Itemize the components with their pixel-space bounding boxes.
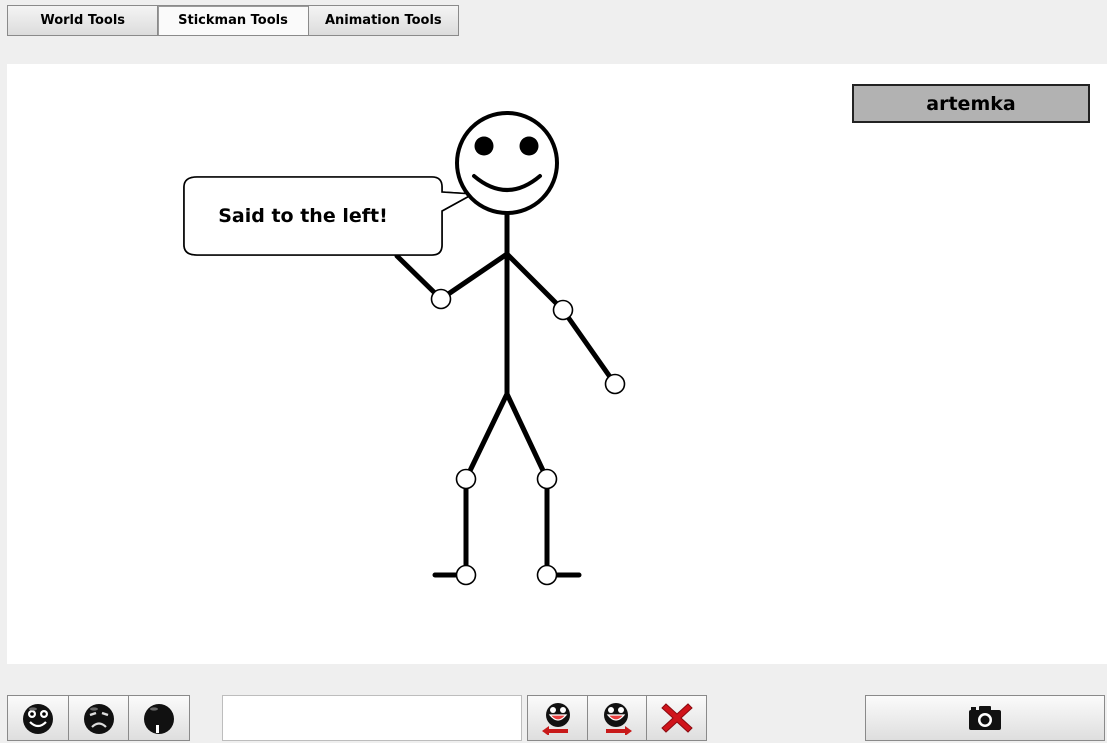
camera-icon [969, 706, 1001, 730]
screenshot-button[interactable] [865, 695, 1105, 741]
speech-action-buttons [527, 695, 707, 741]
smile-face-icon [22, 704, 53, 734]
sad-face-icon [83, 704, 114, 734]
say-right-icon [604, 703, 632, 735]
player-name-label: artemka [852, 84, 1090, 123]
emotion-sad-button[interactable] [68, 696, 130, 740]
stage-canvas[interactable]: Said to the left! artemka [7, 64, 1107, 664]
tool-tabs: World Tools Stickman Tools Animation Too… [7, 5, 459, 36]
stickman-limbs [394, 211, 618, 578]
say-left-icon [542, 703, 571, 735]
emotion-happy-button[interactable] [8, 696, 69, 740]
tab-animation-tools[interactable]: Animation Tools [308, 6, 458, 35]
speech-bubble-text: Said to the left! [218, 205, 388, 227]
emotion-buttons [7, 695, 190, 741]
delete-icon [660, 703, 693, 733]
delete-speech-button[interactable] [647, 696, 707, 740]
say-left-button[interactable] [528, 696, 588, 740]
surprised-face-icon [144, 704, 175, 734]
stickman-figure [183, 111, 626, 586]
say-text-input[interactable] [222, 695, 522, 741]
tab-world-tools[interactable]: World Tools [8, 6, 159, 35]
tab-stickman-tools[interactable]: Stickman Tools [158, 6, 309, 35]
say-right-button[interactable] [587, 696, 648, 740]
stickman-head[interactable] [455, 111, 559, 215]
emotion-surprised-button[interactable] [129, 696, 190, 740]
